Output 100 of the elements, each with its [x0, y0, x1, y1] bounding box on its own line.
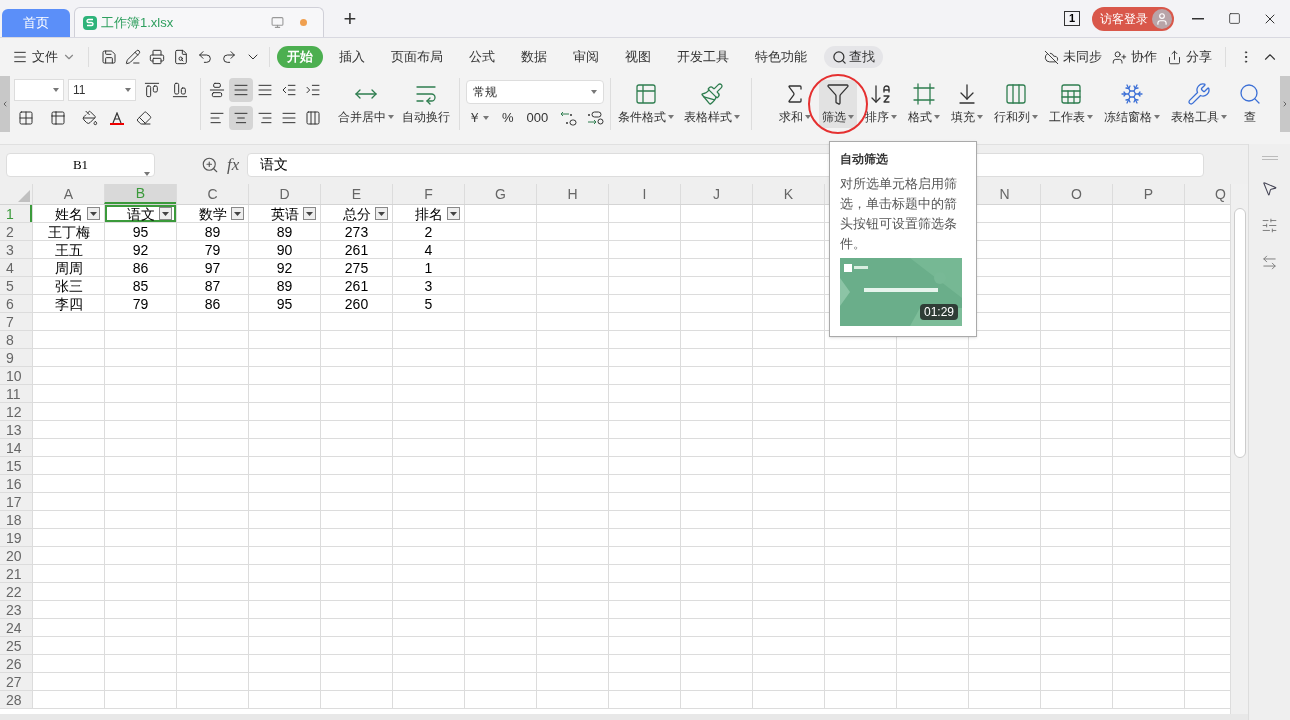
column-header[interactable]: J [680, 184, 752, 204]
row-header[interactable]: 9 [0, 349, 32, 366]
chevron-right-icon [1281, 100, 1289, 108]
row-header[interactable]: 5 [0, 277, 32, 294]
row-header[interactable]: 1 [0, 205, 32, 222]
wrap-text-button[interactable]: 自动换行 [399, 80, 453, 128]
sliders-icon[interactable] [1261, 217, 1278, 234]
selected-cell[interactable]: 语文 [104, 205, 176, 222]
merge-center-button[interactable]: 合并居中 [335, 80, 397, 128]
ribbon-tab[interactable]: 插入 [329, 46, 375, 68]
column-header[interactable]: I [608, 184, 680, 204]
filter-dropdown-button[interactable] [231, 207, 244, 220]
column-header[interactable]: K [752, 184, 824, 204]
ribbon-tab[interactable]: 数据 [511, 46, 557, 68]
new-tab-button[interactable]: + [336, 5, 364, 33]
table-cell: 2 [392, 223, 464, 240]
row-header[interactable]: 24 [0, 619, 32, 636]
row-header[interactable]: 3 [0, 241, 32, 258]
table-cell: 89 [248, 223, 320, 240]
row-header[interactable]: 15 [0, 457, 32, 474]
table-tools-button[interactable]: 表格工具 [1168, 80, 1231, 128]
home-tab[interactable]: 首页 [2, 9, 70, 37]
ribbon-tab[interactable]: 视图 [615, 46, 661, 68]
filter-button[interactable]: 筛选 [819, 80, 858, 128]
row-header[interactable]: 18 [0, 511, 32, 528]
row-header[interactable]: 20 [0, 547, 32, 564]
align-center-button[interactable] [229, 106, 253, 130]
row-header[interactable]: 26 [0, 655, 32, 672]
freeze-panes-button[interactable]: 冻结窗格 [1101, 80, 1164, 128]
row-header[interactable]: 21 [0, 565, 32, 582]
row-header[interactable]: 7 [0, 313, 32, 330]
ribbon-tab[interactable]: 页面布局 [381, 46, 453, 68]
column-header[interactable]: C [176, 184, 248, 204]
row-header[interactable]: 27 [0, 673, 32, 690]
align-center-icon [233, 110, 249, 126]
ribbon-tab[interactable]: 公式 [459, 46, 505, 68]
worksheet-button[interactable]: 工作表 [1046, 80, 1097, 128]
share-button[interactable]: 分享 [1162, 47, 1217, 67]
row-header[interactable]: 17 [0, 493, 32, 510]
ribbon-tab[interactable]: 开始 [277, 46, 323, 68]
row-header[interactable]: 25 [0, 637, 32, 654]
eraser-icon [136, 110, 152, 126]
number-format-button[interactable]: % [500, 108, 516, 128]
number-format-select[interactable]: 常规 [466, 80, 604, 105]
table-style-button[interactable]: 表格样式 [681, 80, 744, 128]
row-header[interactable]: 13 [0, 421, 32, 438]
filter-dropdown-button[interactable] [447, 207, 460, 220]
row-header[interactable]: 23 [0, 601, 32, 618]
row-header[interactable]: 14 [0, 439, 32, 456]
collaborate-button[interactable]: 协作 [1107, 47, 1162, 67]
column-header[interactable]: D [248, 184, 320, 204]
row-header[interactable]: 6 [0, 295, 32, 312]
row-header[interactable]: 11 [0, 385, 32, 402]
name-box[interactable]: B1 [6, 152, 155, 177]
sync-button[interactable]: 未同步 [1039, 47, 1107, 67]
column-header[interactable]: P [1112, 184, 1184, 204]
row-header[interactable]: 10 [0, 367, 32, 384]
function-label[interactable]: fx [227, 151, 240, 178]
vertical-scrollbar[interactable] [1230, 184, 1248, 714]
ribbon-tab[interactable]: 审阅 [563, 46, 609, 68]
document-tab[interactable]: 工作簿1.xlsx [74, 7, 324, 37]
column-header[interactable]: E [320, 184, 392, 204]
column-header[interactable]: G [464, 184, 536, 204]
login-button[interactable]: 访客登录 [1092, 6, 1174, 31]
number-format-button[interactable]: 000 [524, 108, 551, 128]
column-header[interactable]: F [392, 184, 464, 204]
row-header[interactable]: 22 [0, 583, 32, 600]
filter-dropdown-button[interactable] [87, 207, 100, 220]
sum-button[interactable]: 求和 [776, 80, 815, 128]
number-format-button[interactable]: ￥ [466, 108, 491, 128]
conditional-format-button[interactable]: 条件格式 [615, 80, 678, 128]
ribbon-tab[interactable]: 开发工具 [667, 46, 739, 68]
find-button[interactable]: 查 [1235, 80, 1266, 128]
filter-dropdown-button[interactable] [159, 207, 172, 220]
column-header[interactable]: O [1040, 184, 1112, 204]
rows-columns-button[interactable]: 行和列 [991, 80, 1042, 128]
search-button[interactable]: 查找 [824, 46, 883, 68]
select-icon[interactable] [1261, 180, 1278, 197]
sort-button[interactable]: 排序 [862, 80, 901, 128]
row-header[interactable]: 19 [0, 529, 32, 546]
format-button[interactable]: 格式 [905, 80, 944, 128]
arrows-icon[interactable] [1261, 254, 1278, 271]
caret-icon [144, 171, 150, 176]
fill-button[interactable]: 填充 [948, 80, 987, 128]
font-size-field[interactable]: 11 [68, 79, 136, 101]
filter-dropdown-button[interactable] [303, 207, 316, 220]
file-menu[interactable]: 文件 [8, 47, 80, 67]
font-name-field[interactable] [14, 79, 64, 101]
column-header[interactable]: H [536, 184, 608, 204]
table-cell: 1 [392, 259, 464, 276]
align-middle-button[interactable] [229, 78, 253, 102]
row-header[interactable]: 28 [0, 691, 32, 708]
ribbon-tab[interactable]: 特色功能 [745, 46, 817, 68]
row-header[interactable]: 12 [0, 403, 32, 420]
row-header[interactable]: 2 [0, 223, 32, 240]
row-header[interactable]: 8 [0, 331, 32, 348]
row-header[interactable]: 4 [0, 259, 32, 276]
filter-dropdown-button[interactable] [375, 207, 388, 220]
table-cell: 95 [248, 295, 320, 312]
row-header[interactable]: 16 [0, 475, 32, 492]
